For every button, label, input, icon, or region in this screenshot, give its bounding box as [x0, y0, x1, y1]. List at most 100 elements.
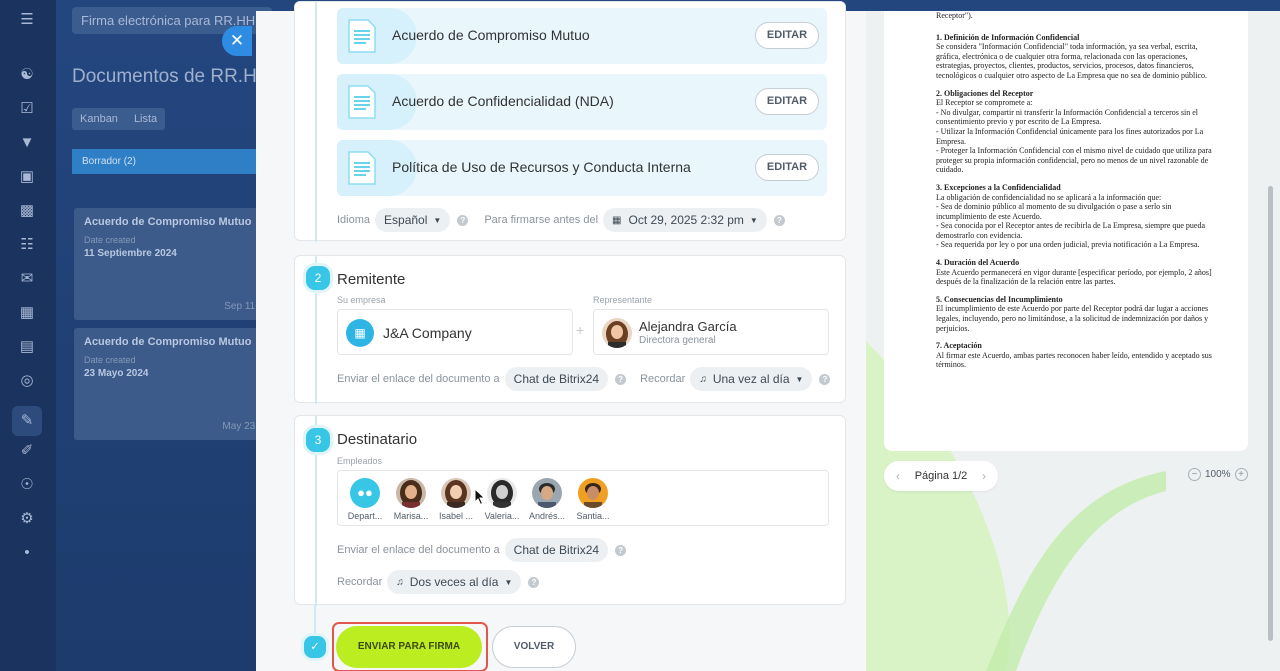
globe-icon[interactable]: ☉ [18, 476, 36, 494]
rail-icon-1[interactable]: ☯ [18, 66, 36, 84]
document-row: Política de Uso de Recursos y Conducta I… [337, 140, 827, 196]
department-icon[interactable]: ●● [350, 478, 380, 508]
chevron-down-icon: ▼ [795, 374, 804, 384]
company-name: J&A Company [383, 325, 472, 341]
employee-avatar[interactable] [578, 478, 608, 508]
timeline-line [314, 605, 316, 635]
view-list[interactable]: Lista [126, 108, 165, 130]
tasks-icon[interactable]: ☑ [18, 100, 36, 118]
document-preview: Receptor"). 1. Definición de Información… [884, 11, 1248, 451]
document-settings: Idioma Español ▼ ? Para firmarse antes de… [337, 208, 785, 232]
help-icon[interactable]: ? [615, 544, 627, 556]
send-link-select[interactable]: Chat de Bitrix24 [504, 367, 609, 391]
zoom-out-icon[interactable]: − [1188, 468, 1201, 481]
preview-column: Receptor"). 1. Definición de Información… [866, 11, 1280, 671]
check-icon: ✓ [301, 633, 329, 661]
card-date: 11 Septiembre 2024 [84, 248, 177, 259]
page-label: Página 1/2 [914, 470, 968, 482]
employee-avatar[interactable] [532, 478, 562, 508]
edit-document-button[interactable]: EDITAR [755, 88, 819, 115]
scrollbar-thumb[interactable] [1268, 186, 1273, 641]
help-icon[interactable]: ? [528, 576, 540, 588]
kanban-column-header: Borrador (2) [72, 149, 272, 174]
preview-intro: Receptor"). [936, 11, 973, 20]
chevron-left-icon[interactable]: ‹ [896, 469, 900, 483]
language-label: Idioma [337, 214, 371, 226]
employee-name: Marisa... [393, 511, 429, 521]
card-title: Acuerdo de Compromiso Mutuo [84, 216, 252, 228]
remind-select[interactable]: ♫ Dos veces al día ▼ [387, 570, 522, 594]
employees-field[interactable]: ●● Depart... Marisa... Isabel ... Valeri… [337, 470, 829, 526]
view-kanban[interactable]: Kanban [72, 108, 126, 130]
deadline-select[interactable]: ▦ Oct 29, 2025 2:32 pm ▼ [603, 208, 767, 232]
recipient-link-settings: Enviar el enlace del documento a Chat de… [337, 538, 627, 562]
help-icon[interactable]: ? [457, 214, 469, 226]
chart-icon[interactable]: ▩ [18, 202, 36, 220]
language-select[interactable]: Español ▼ [375, 208, 451, 232]
calendar-icon[interactable]: ▦ [18, 304, 36, 322]
chevron-right-icon[interactable]: › [982, 469, 986, 483]
bell-icon: ♫ [396, 576, 404, 588]
view-switcher: Kanban Lista [72, 108, 166, 130]
page-title: Documentos de RR.HH [72, 66, 271, 87]
document-title: Política de Uso de Recursos y Conducta I… [392, 159, 691, 175]
building-icon: ▦ [346, 319, 374, 347]
inbox-icon[interactable]: ▣ [18, 168, 36, 186]
remind-label: Recordar [337, 576, 383, 588]
preview-body: Al firmar este Acuerdo, ambas partes rec… [936, 350, 1212, 370]
signing-slider: Acuerdo de Compromiso Mutuo EDITAR Acuer… [256, 1, 1280, 671]
help-icon[interactable]: ? [773, 214, 785, 226]
filter-icon[interactable]: ▼ [18, 134, 36, 152]
timeline-line [315, 2, 317, 242]
employee-avatar[interactable] [487, 478, 517, 508]
kanban-card[interactable]: Acuerdo de Compromiso Mutuo Date created… [74, 328, 270, 440]
remind-value: Una vez al día [712, 372, 790, 386]
help-icon[interactable]: ? [819, 373, 831, 385]
scrollbar[interactable] [1266, 11, 1274, 671]
employee-name: Valeria... [484, 511, 520, 521]
mail-icon[interactable]: ✉ [18, 270, 36, 288]
sign-documents-icon[interactable]: ✎ [12, 406, 42, 436]
cart-icon[interactable]: ☷ [18, 236, 36, 254]
zoom-in-icon[interactable]: + [1234, 468, 1248, 481]
document-row: Acuerdo de Compromiso Mutuo EDITAR [337, 8, 827, 64]
preview-body: El incumplimiento de este Acuerdo por pa… [936, 304, 1209, 333]
remind-select[interactable]: ♫ Una vez al día ▼ [690, 367, 813, 391]
deadline-value: Oct 29, 2025 2:32 pm [628, 213, 744, 227]
recipient-card: 3 Destinatario Empleados ●● Depart... Ma… [294, 415, 846, 606]
zoom-controls: − 100% + [1184, 468, 1252, 481]
back-button[interactable]: VOLVER [492, 626, 576, 668]
menu-icon[interactable]: ☰ [18, 11, 36, 29]
employee-avatar[interactable] [396, 478, 426, 508]
representative-field[interactable]: Alejandra García Directora general [593, 309, 829, 355]
send-link-select[interactable]: Chat de Bitrix24 [504, 538, 609, 562]
document-row: Acuerdo de Confidencialidad (NDA) EDITAR [337, 74, 827, 130]
card-date-label: Date created [84, 235, 136, 245]
avatar [602, 318, 632, 348]
employee-name: Santia... [576, 511, 610, 521]
kanban-card[interactable]: Acuerdo de Compromiso Mutuo Date created… [74, 208, 270, 320]
edit-document-button[interactable]: EDITAR [755, 22, 819, 49]
chevron-down-icon: ▼ [433, 215, 442, 225]
chevron-down-icon: ▼ [749, 215, 758, 225]
shield-icon[interactable]: ⚙ [18, 510, 36, 528]
employee-avatar[interactable] [441, 478, 471, 508]
company-field[interactable]: ▦ J&A Company [337, 309, 573, 355]
help-icon[interactable]: ? [615, 373, 627, 385]
close-slider-button[interactable]: ✕ [222, 26, 252, 56]
employee-name: Isabel ... [438, 511, 474, 521]
mouse-cursor-icon [474, 488, 486, 506]
dot-icon[interactable]: • [18, 544, 36, 562]
preview-heading: 7. Aceptación [936, 341, 982, 351]
card-date: 23 Mayo 2024 [84, 368, 149, 379]
preview-heading: 2. Obligaciones del Receptor [936, 88, 1034, 98]
preview-body: Se considera "Información Confidencial" … [936, 42, 1208, 80]
pen-icon[interactable]: ✐ [18, 442, 36, 460]
documents-card: Acuerdo de Compromiso Mutuo EDITAR Acuer… [294, 1, 846, 242]
send-for-signature-button[interactable]: ENVIAR PARA FIRMA [336, 626, 482, 668]
edit-document-button[interactable]: EDITAR [755, 154, 819, 181]
target-icon[interactable]: ◎ [18, 372, 36, 390]
building-icon[interactable]: ▤ [18, 338, 36, 356]
column-count: (2) [123, 156, 136, 167]
left-rail: ☰ ☯ ☑ ▼ ▣ ▩ ☷ ✉ ▦ ▤ ◎ ✎ ✐ ☉ ⚙ • [0, 0, 56, 671]
